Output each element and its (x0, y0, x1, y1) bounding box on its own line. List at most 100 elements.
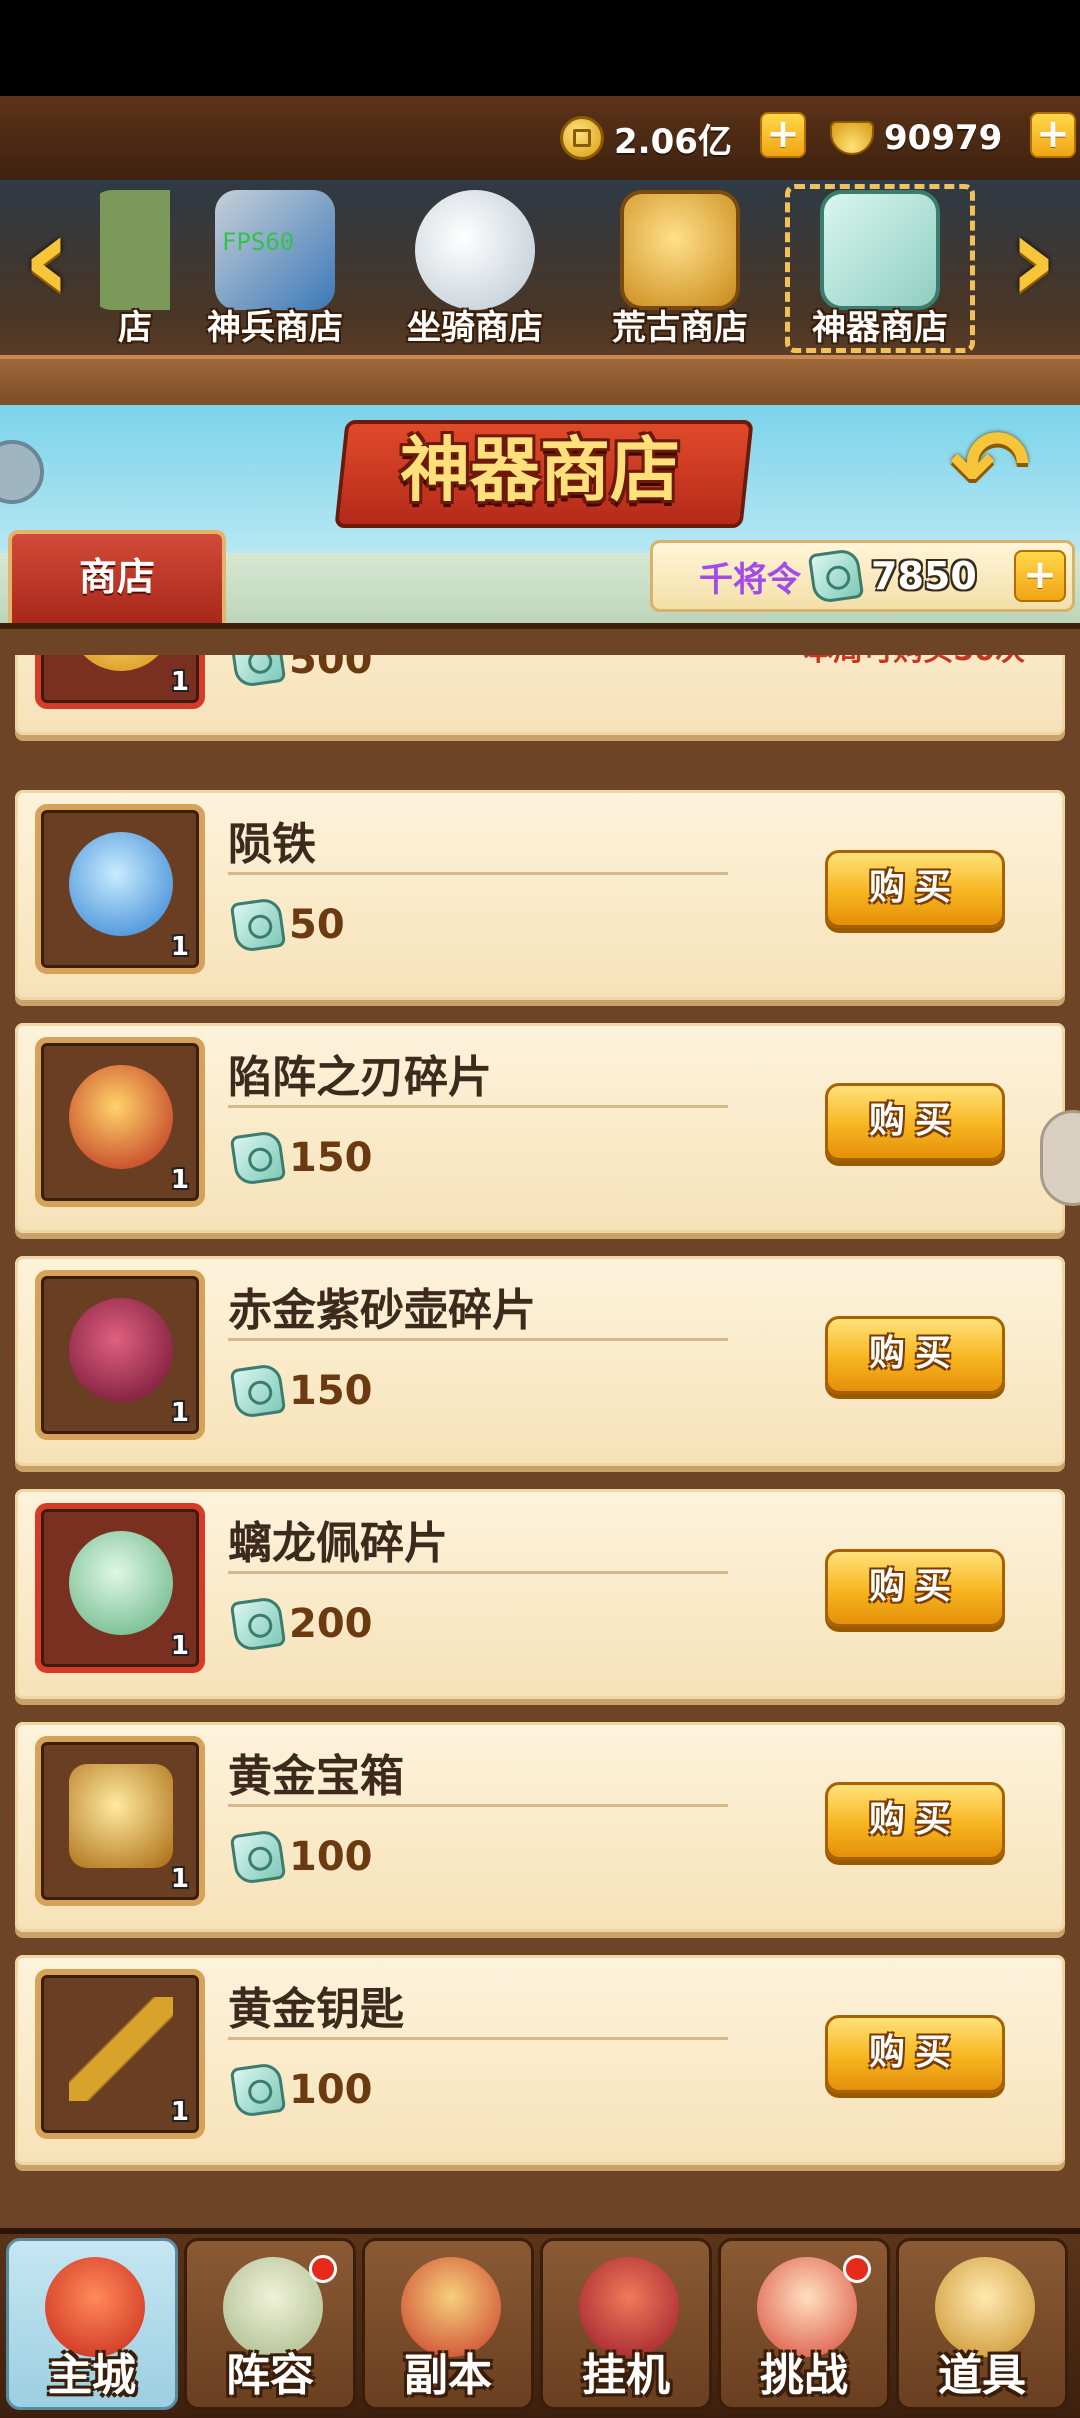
tab-label: 店 (118, 308, 152, 348)
item-quantity: 1 (170, 1864, 189, 1894)
price-value: 100 (289, 2067, 373, 2113)
item-name: 螭龙佩碎片 (228, 1518, 448, 1569)
divider (228, 1105, 728, 1108)
side-drawer-handle[interactable] (1040, 1110, 1080, 1206)
blade-fragment-icon (69, 1065, 173, 1169)
teapot-fragment-icon (69, 1298, 173, 1402)
jade-token-icon (229, 1595, 287, 1653)
golden-key-icon (69, 1997, 173, 2101)
notification-dot (843, 2255, 871, 2283)
jade-token-icon (229, 896, 287, 954)
item-quantity: 1 (170, 667, 189, 697)
purchase-limit: 本周可购买50次 (803, 655, 1025, 669)
gold-flame-icon (69, 655, 173, 671)
coin-balance: 2.06亿 (560, 110, 732, 166)
item-quantity: 1 (170, 2097, 189, 2127)
tab-ancient-shop[interactable]: 荒古商店 (585, 180, 775, 355)
tab-artifact-shop[interactable]: 神器商店 (785, 180, 975, 355)
gold-ingot-icon (830, 116, 874, 160)
nav-lineup[interactable]: 阵容 (184, 2238, 356, 2410)
nav-label: 主城 (48, 2350, 136, 2401)
jade-token-icon (807, 547, 865, 605)
add-token-button[interactable]: + (1014, 550, 1066, 602)
token-value: 7850 (871, 554, 977, 598)
buy-button[interactable]: 购买 (825, 1316, 1005, 1394)
buy-button[interactable]: 购买 (825, 1782, 1005, 1860)
tab-label: 坐骑商店 (407, 308, 543, 348)
item-icon-frame[interactable]: 1 (35, 655, 205, 709)
nav-main-city[interactable]: 主城 (6, 2238, 178, 2410)
amber-stone-icon (620, 190, 740, 310)
list-item: 1 黄金宝箱 100 购买 (15, 1722, 1065, 1932)
price-value: 200 (289, 1601, 373, 1647)
list-item: 1 螭龙佩碎片 200 购买 (15, 1489, 1065, 1699)
item-icon-frame[interactable]: 1 (35, 1037, 205, 1207)
add-coins-button[interactable]: + (760, 112, 806, 158)
list-item: 1 购买 500 本周可购买50次 (15, 655, 1065, 735)
tab-label: 荒古商店 (612, 308, 748, 348)
price-value: 150 (289, 1368, 373, 1414)
buy-button[interactable]: 购买 (825, 1083, 1005, 1161)
status-bar (0, 0, 1080, 96)
tabs-right-arrow-icon[interactable]: › (998, 200, 1068, 320)
item-icon-frame[interactable]: 1 (35, 1270, 205, 1440)
tab-label: 神兵商店 (207, 308, 343, 348)
nav-label: 挑战 (760, 2350, 848, 2401)
item-icon-frame[interactable]: 1 (35, 1503, 205, 1673)
jade-token-icon (229, 1828, 287, 1886)
price-value: 100 (289, 1834, 373, 1880)
price-value: 500 (289, 655, 373, 683)
jade-pendant-icon (69, 1531, 173, 1635)
item-price: 100 (229, 1828, 373, 1886)
nav-label: 副本 (404, 2350, 492, 2401)
list-item: 1 陨铁 50 购买 (15, 790, 1065, 1000)
back-arrow-icon[interactable]: ↶ (935, 417, 1045, 513)
nav-dungeon[interactable]: 副本 (362, 2238, 534, 2410)
add-ingots-button[interactable]: + (1030, 112, 1076, 158)
jade-token-icon (229, 1362, 287, 1420)
deer-mount-icon (415, 190, 535, 310)
divider (228, 872, 728, 875)
buy-button[interactable]: 购买 (825, 2015, 1005, 2093)
item-icon-frame[interactable]: 1 (35, 1969, 205, 2139)
nav-idle[interactable]: 挂机 (540, 2238, 712, 2410)
item-price: 500 (229, 655, 373, 689)
item-quantity: 1 (170, 1165, 189, 1195)
tab-label: 神器商店 (812, 308, 948, 348)
item-icon-frame[interactable]: 1 (35, 804, 205, 974)
tabs-left-arrow-icon[interactable]: ‹ (12, 200, 82, 320)
coin-icon (560, 116, 604, 160)
divider (228, 1804, 728, 1807)
nav-label: 道具 (938, 2350, 1026, 2401)
item-price: 100 (229, 2061, 373, 2119)
nav-items[interactable]: 道具 (896, 2238, 1068, 2410)
item-name: 黄金钥匙 (228, 1984, 404, 2035)
shop-icon (100, 190, 170, 310)
treasure-chest-icon (69, 1764, 173, 1868)
notification-dot (309, 2255, 337, 2283)
tab-weapon-shop[interactable]: 神兵商店 (180, 180, 370, 355)
list-item: 1 黄金钥匙 100 购买 (15, 1955, 1065, 2165)
item-price: 150 (229, 1129, 373, 1187)
buy-button[interactable]: 购买 (825, 850, 1005, 928)
shop-label-tab[interactable]: 商店 (8, 530, 226, 623)
jade-token-icon (820, 190, 940, 310)
item-price: 150 (229, 1362, 373, 1420)
token-name: 千将令 (699, 559, 801, 600)
list-item: 1 陷阵之刃碎片 150 购买 (15, 1023, 1065, 1233)
ingot-balance: 90979 (830, 110, 1002, 166)
tab-prev-shop[interactable]: 店 (100, 180, 170, 355)
item-quantity: 1 (170, 1398, 189, 1428)
nav-label: 挂机 (582, 2350, 670, 2401)
nav-challenge[interactable]: 挑战 (718, 2238, 890, 2410)
item-name: 黄金宝箱 (228, 1751, 404, 1802)
item-list[interactable]: 1 购买 500 本周可购买50次 1 陨铁 50 购买 1 陷阵之刃碎片 15… (0, 655, 1080, 2195)
nav-label: 阵容 (226, 2350, 314, 2401)
coin-value: 2.06亿 (614, 121, 732, 162)
tab-mount-shop[interactable]: 坐骑商店 (380, 180, 570, 355)
divider (228, 1338, 728, 1341)
divider (228, 1571, 728, 1574)
item-name: 赤金紫砂壶碎片 (228, 1285, 536, 1336)
item-icon-frame[interactable]: 1 (35, 1736, 205, 1906)
buy-button[interactable]: 购买 (825, 1549, 1005, 1627)
